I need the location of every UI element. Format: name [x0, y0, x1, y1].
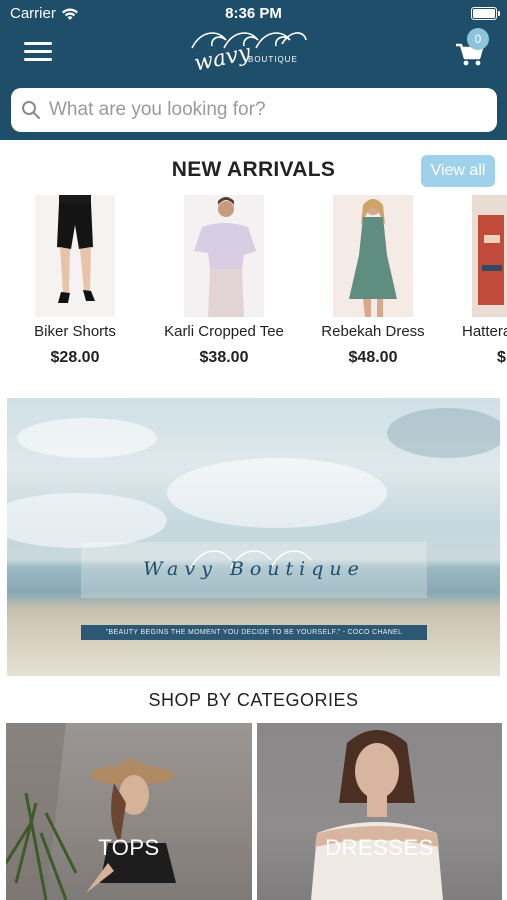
banner-cloud — [387, 408, 500, 458]
search-bar[interactable] — [11, 88, 497, 132]
product-image — [472, 195, 507, 317]
status-bar: Carrier 8:36 PM — [0, 0, 507, 28]
product-card[interactable]: Karli Cropped Tee $38.00 — [154, 195, 294, 367]
product-image — [184, 195, 264, 317]
category-label: TOPS — [98, 835, 160, 860]
promo-banner[interactable]: Wavy Boutique "BEAUTY BEGINS THE MOMENT … — [7, 398, 500, 676]
category-label: DRESSES — [325, 835, 434, 860]
search-icon — [22, 101, 40, 119]
product-image — [333, 195, 413, 317]
banner-brand-text: Wavy Boutique — [143, 558, 365, 580]
battery-icon — [471, 7, 500, 20]
menu-line — [24, 50, 52, 53]
category-tops[interactable]: TOPS — [6, 723, 252, 900]
category-dresses[interactable]: DRESSES — [257, 723, 502, 900]
product-price: $48.00 — [348, 349, 398, 366]
view-all-button[interactable]: View all — [421, 155, 495, 187]
product-name: Biker Shorts — [34, 323, 116, 340]
logo-subtext: BOUTIQUE — [248, 55, 298, 64]
header-bar: Carrier 8:36 PM wavy BOUTIQUE 0 What are… — [0, 0, 507, 140]
app-screen: Carrier 8:36 PM wavy BOUTIQUE 0 What are… — [0, 0, 507, 900]
brand-logo[interactable]: wavy BOUTIQUE — [186, 26, 310, 82]
search-input[interactable] — [49, 99, 479, 121]
banner-cloud — [167, 458, 387, 528]
product-card[interactable]: Biker Shorts $28.00 — [5, 195, 145, 367]
product-name: Hattera — [462, 323, 507, 340]
categories-heading: SHOP BY CATEGORIES — [148, 690, 359, 710]
product-price: $38.00 — [199, 349, 249, 366]
menu-button[interactable] — [24, 42, 52, 64]
category-image — [6, 723, 176, 900]
product-price: $ — [497, 349, 506, 366]
cart-count-badge: 0 — [467, 28, 489, 50]
menu-line — [24, 42, 52, 45]
banner-cloud — [17, 418, 157, 458]
product-price: $28.00 — [50, 349, 100, 366]
product-name: Rebekah Dress — [321, 323, 425, 340]
product-name: Karli Cropped Tee — [164, 323, 284, 340]
product-card[interactable]: Rebekah Dress $48.00 — [303, 195, 443, 367]
menu-line — [24, 58, 52, 61]
status-time: 8:36 PM — [225, 5, 282, 22]
product-card[interactable]: Hattera $ — [442, 195, 507, 367]
product-image — [35, 195, 115, 317]
category-image — [311, 730, 443, 900]
banner-quote: "BEAUTY BEGINS THE MOMENT YOU DECIDE TO … — [81, 625, 427, 640]
